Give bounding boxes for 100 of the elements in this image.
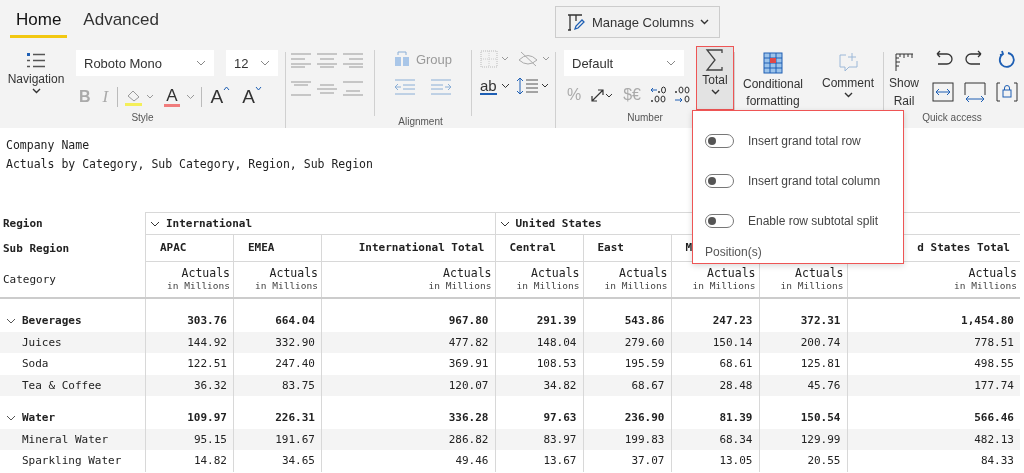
table-cell: 28.48 [670,374,759,396]
comment-button[interactable]: Comment [815,50,881,100]
table-cell: 83.97 [494,428,583,450]
number-format-select[interactable]: Default [564,50,684,76]
unit-label: in Millions [516,280,580,291]
table-cell: 199.83 [582,428,671,450]
navigation-button[interactable]: Navigation [0,50,72,96]
unit-label: in Millions [954,280,1017,291]
grow-font-button[interactable]: A [207,86,234,108]
table-cell: 177.74 [846,374,1020,396]
sub-region-header: M [685,241,693,254]
caret-icon [699,19,709,25]
toggle-label: Enable row subtotal split [748,214,879,228]
lock-bracket-icon[interactable] [996,82,1018,102]
table-cell: 144.92 [145,331,233,353]
measure-label: Actuals [181,266,230,280]
table-cell: 498.55 [846,353,1020,375]
column-edit-icon [566,12,586,32]
group-label: Quick access [921,112,983,125]
table-cell: 14.82 [145,450,233,472]
toggle-switch[interactable] [705,134,734,148]
table-cell: 20.55 [758,450,847,472]
show-rail-button[interactable]: Show Rail [884,50,924,112]
sub-region-header: d States Total [917,241,1010,254]
sub-region-header: East [597,241,624,254]
table-cell: 286.82 [321,428,495,450]
table-cell: 291.39 [494,310,583,332]
chevron-down-icon [196,60,206,66]
caret-icon [185,94,195,100]
font-select[interactable]: Roboto Mono [76,50,214,76]
refresh-icon[interactable] [997,50,1017,70]
table-cell: 148.04 [494,331,583,353]
fit-width-icon[interactable] [932,82,954,102]
table-cell: 37.07 [582,450,671,472]
manage-columns-button[interactable]: Manage Columns [555,6,720,38]
sub-region-header: EMEA [248,241,275,254]
table-cell: 13.05 [670,450,759,472]
table-cell: 372.31 [758,310,847,332]
font-size-select[interactable]: 12 [226,50,278,76]
sub-region-header: Central [509,241,556,254]
category-label: Beverages [22,314,82,328]
table-cell: 226.31 [233,407,321,429]
ribbon-tab[interactable]: Home [10,6,68,38]
row-header-label: Sub Region [2,241,71,257]
toggle-switch[interactable] [705,174,734,188]
measure-label: Actuals [619,266,668,280]
table-cell: 108.53 [494,353,583,375]
unit-label: in Millions [255,280,318,291]
wrap-text-button[interactable]: ab [480,77,510,95]
table-cell: 125.81 [758,353,847,375]
sub-region-header: APAC [160,241,187,254]
table-cell: 68.67 [582,374,671,396]
ribbon-tab[interactable]: Advanced [77,6,165,38]
fit-page-icon[interactable] [963,82,987,102]
table-cell: 967.80 [321,310,495,332]
unit-label: in Millions [780,280,844,291]
table-cell: 191.67 [233,428,321,450]
chevron-down-icon [666,60,676,66]
toggle-label: Insert grand total row [748,134,861,148]
caret-icon [254,86,262,91]
row-header-label: Region [2,216,44,232]
table-cell: 482.13 [846,428,1020,450]
table-highlight-icon [763,52,783,74]
decrease-decimal-icon[interactable] [650,86,668,104]
category-label: Soda [22,357,49,371]
group-icon [393,51,410,67]
table-cell: 279.60 [582,331,671,353]
table-cell: 303.76 [145,310,233,332]
measure-label: Actuals [795,266,844,280]
region-name: International [166,217,253,230]
table-cell: 49.46 [321,450,495,472]
toggle-switch[interactable] [705,214,734,228]
unit-label: in Millions [167,280,230,291]
table-cell: 45.76 [758,374,847,396]
region-header[interactable]: International [145,212,495,235]
table-cell: 83.75 [233,374,321,396]
table-cell: 68.34 [670,428,759,450]
table-cell: 97.63 [494,407,583,429]
category-label: Mineral Water [22,432,109,446]
chevron-down-icon [260,60,270,66]
table-cell: 664.04 [233,310,321,332]
increase-decimal-icon[interactable] [674,86,692,104]
table-cell: 336.28 [321,407,495,429]
total-button[interactable]: Total [696,46,734,110]
line-spacing-icon[interactable] [515,76,550,96]
measure-label: Actuals [968,266,1017,280]
table-cell: 778.51 [846,331,1020,353]
table-cell: 13.67 [494,450,583,472]
shrink-font-button[interactable]: A [239,86,265,108]
ruler-icon [894,52,914,72]
table-cell: 236.90 [582,407,671,429]
caret-icon [31,88,41,94]
caret-icon [500,83,510,89]
category-label: Sparkling Water [22,454,122,468]
menu-section-label: Position(s) [705,245,763,259]
table-cell: 150.54 [758,407,847,429]
table-cell: 36.32 [145,374,233,396]
font-color-button[interactable]: A [164,87,180,107]
resize-arrow-icon[interactable] [590,87,615,103]
unit-label: in Millions [692,280,756,291]
